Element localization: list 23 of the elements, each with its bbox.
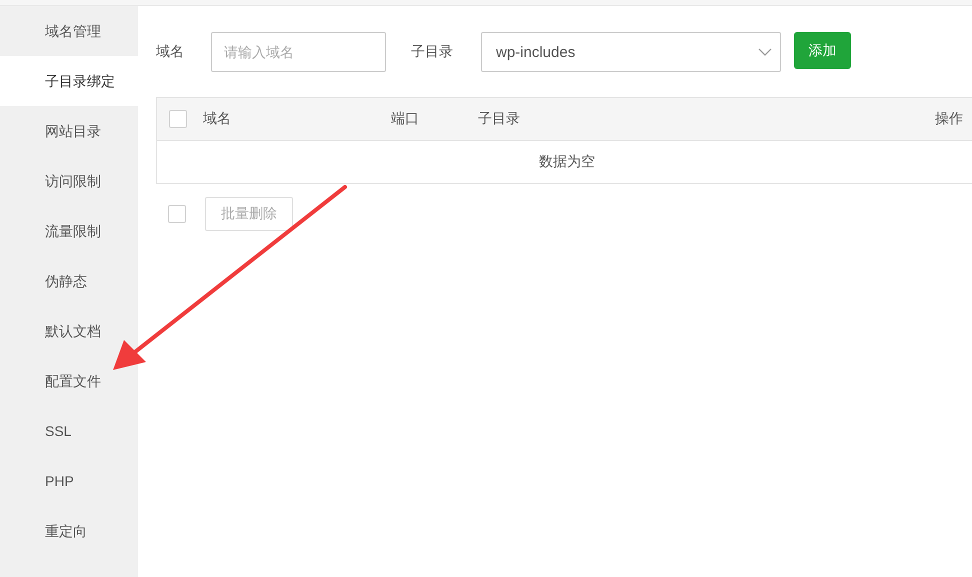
subdirectory-select[interactable]: wp-includes [481,32,781,72]
column-header: 域名 [203,110,232,128]
checkbox[interactable] [168,205,186,223]
sidebar-item[interactable]: 访问限制 [0,156,138,206]
sidebar-item[interactable]: 子目录绑定 [0,56,138,106]
field-label: 子目录 [411,43,454,61]
sidebar-item[interactable]: 流量限制 [0,206,138,256]
checkbox[interactable] [169,110,187,128]
column-header: 操作 [935,110,963,128]
sidebar-item[interactable]: 重定向 [0,506,138,556]
column-header: 端口 [391,110,420,128]
sidebar-item[interactable]: 配置文件 [0,356,138,406]
empty-message: 数据为空 [539,153,595,171]
sidebar-item[interactable]: 域名管理 [0,6,138,56]
sidebar-item[interactable]: 伪静态 [0,256,138,306]
domain-input-field[interactable]: 请输入域名 [211,32,386,72]
sidebar-item[interactable]: 网站目录 [0,106,138,156]
sidebar-item[interactable]: PHP [0,456,138,506]
chevron-down-icon [758,48,772,56]
sidebar-item[interactable]: 默认文档 [0,306,138,356]
column-header: 子目录 [478,110,521,128]
sidebar-item[interactable]: SSL [0,406,138,456]
field-label: 域名 [156,43,185,61]
